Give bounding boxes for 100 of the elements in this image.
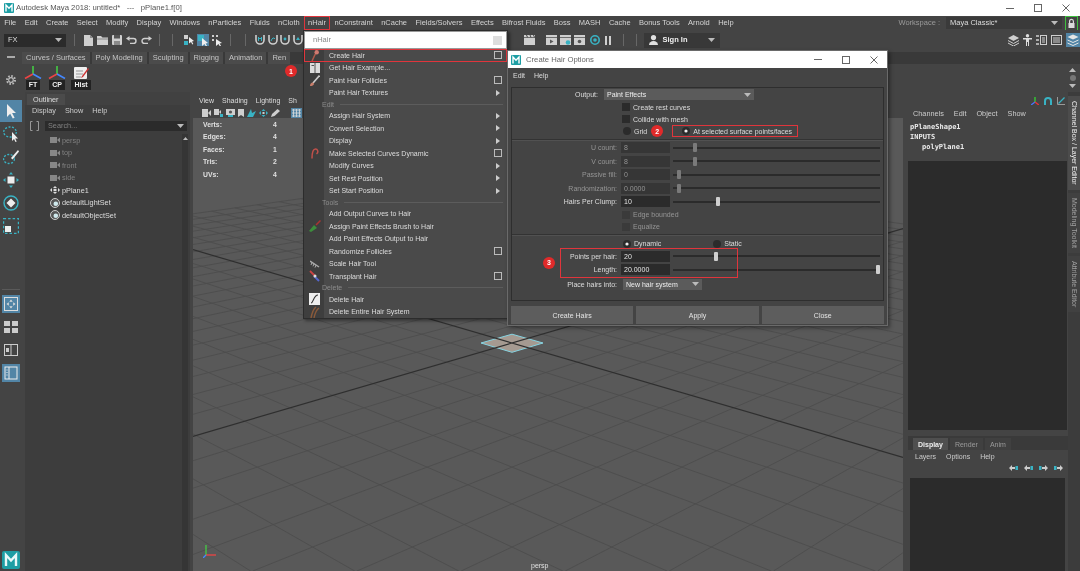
person-icon: [648, 35, 658, 45]
radio-button[interactable]: [713, 239, 722, 248]
lasso-icon[interactable]: [3, 126, 19, 142]
strands-icon: [309, 305, 320, 318]
lock-icon[interactable]: [1065, 15, 1078, 31]
radio-button[interactable]: [623, 239, 631, 248]
bookmark-icon[interactable]: [238, 108, 244, 117]
bracket-icon[interactable]: [30, 120, 39, 131]
layer-arrow-icon[interactable]: [1054, 465, 1063, 471]
two-pane-icon[interactable]: [4, 343, 18, 356]
axis-gizmo-icon: [203, 544, 217, 558]
camera-icon[interactable]: [202, 108, 211, 117]
option-box-icon[interactable]: [494, 247, 502, 256]
camera-box-icon[interactable]: [226, 108, 235, 117]
option-box-icon[interactable]: [494, 76, 502, 85]
caret-icon: [55, 38, 62, 42]
move-arrows-icon: [50, 186, 60, 195]
graph-icon[interactable]: [1057, 97, 1065, 105]
maximize-icon[interactable]: [1034, 4, 1042, 12]
app-logo-icon: [511, 54, 521, 65]
list-box-icon[interactable]: [1051, 35, 1062, 45]
select-hierarchy-icon[interactable]: [183, 34, 195, 46]
scroll-up-icon[interactable]: [1069, 68, 1076, 72]
clapperboard-icon[interactable]: [573, 35, 585, 45]
list-panel-icon[interactable]: [1036, 35, 1047, 45]
checkbox[interactable]: [622, 103, 630, 111]
circles-icon: [50, 197, 60, 208]
circles-icon: [50, 210, 60, 221]
layer-arrow-icon[interactable]: [1039, 465, 1048, 471]
camera-icon: [50, 174, 60, 181]
option-box-icon[interactable]: [494, 149, 502, 158]
dot-icon[interactable]: [1069, 75, 1076, 81]
grid-icon[interactable]: [292, 108, 301, 117]
app-logo-icon[interactable]: [2, 551, 20, 569]
save-icon[interactable]: [112, 35, 122, 45]
four-pane-icon[interactable]: [4, 320, 18, 333]
undo-icon[interactable]: [126, 36, 137, 44]
brush-icon: [309, 74, 320, 86]
option-box-icon[interactable]: [494, 51, 502, 60]
needle-icon: [309, 270, 320, 283]
pause-icon[interactable]: [604, 35, 611, 45]
axes-tripod-icon: [48, 66, 66, 79]
camera-icon: [50, 137, 60, 144]
close-icon[interactable]: [870, 55, 878, 64]
caret-icon: [177, 123, 184, 128]
book-icon: [309, 62, 320, 73]
camera-icon: [50, 149, 60, 156]
pan-arrows-icon[interactable]: [259, 108, 268, 117]
checkbox[interactable]: [622, 115, 630, 123]
redo-icon[interactable]: [141, 36, 152, 44]
slider-thumb[interactable]: [876, 265, 880, 275]
axes-icon[interactable]: [1031, 97, 1039, 105]
arch-icon[interactable]: [1044, 97, 1052, 105]
human-figure-icon[interactable]: [1023, 34, 1032, 46]
layer-stack-icon[interactable]: [1008, 34, 1019, 46]
pane-list-icon[interactable]: [2, 363, 20, 382]
new-file-icon[interactable]: [84, 34, 93, 46]
slider-thumb[interactable]: [715, 197, 720, 207]
ring-icon[interactable]: [589, 35, 600, 45]
folder-icon[interactable]: [97, 35, 108, 45]
move-icon[interactable]: [3, 172, 19, 188]
close-icon[interactable]: [1062, 4, 1070, 12]
clapperboard-icon[interactable]: [523, 35, 535, 45]
curve-page-icon: [309, 293, 320, 306]
pin-icon: [310, 49, 319, 61]
submenu-arrow-icon: [496, 89, 500, 96]
paintbrush-icon: [308, 220, 321, 233]
select-component-icon[interactable]: [211, 34, 223, 46]
layer-arrow-icon[interactable]: [1009, 465, 1018, 471]
maximize-icon[interactable]: [842, 55, 850, 64]
layer-arrow-icon[interactable]: [1024, 465, 1033, 471]
single-pane-icon[interactable]: [2, 294, 20, 313]
option-box-icon[interactable]: [494, 272, 502, 281]
curve-hook-icon: [310, 147, 319, 159]
paint-select-icon[interactable]: [3, 149, 19, 165]
camera-icon[interactable]: [214, 108, 223, 117]
caret-icon: [707, 38, 715, 42]
scrollbar[interactable]: [182, 134, 188, 571]
magnet-plane-icon[interactable]: [292, 35, 303, 45]
slider-thumb[interactable]: [713, 251, 718, 261]
camera-icon: [50, 162, 60, 169]
scale-icon[interactable]: [3, 218, 19, 234]
clapperboard-icon[interactable]: [559, 35, 571, 45]
plane-mesh[interactable]: [480, 333, 544, 353]
notepad-pencil-icon: [73, 66, 89, 79]
settings-icon[interactable]: [6, 75, 16, 85]
app-logo-icon: [4, 3, 14, 13]
radio-button[interactable]: [682, 127, 691, 135]
clapperboard-icon[interactable]: [545, 35, 557, 45]
comb-icon: [309, 259, 320, 268]
magnet-point-icon[interactable]: [280, 35, 290, 45]
magnet-grid-icon[interactable]: [255, 35, 265, 45]
rotate-icon[interactable]: [3, 195, 19, 211]
scroll-up-icon[interactable]: [182, 137, 188, 140]
slider-track[interactable]: [673, 143, 880, 153]
scroll-down-icon[interactable]: [1069, 84, 1076, 88]
caret-icon: [1051, 21, 1058, 25]
magnet-curve-icon[interactable]: [267, 35, 278, 45]
minimize-icon[interactable]: [1006, 7, 1014, 9]
radio-button[interactable]: [623, 127, 631, 135]
